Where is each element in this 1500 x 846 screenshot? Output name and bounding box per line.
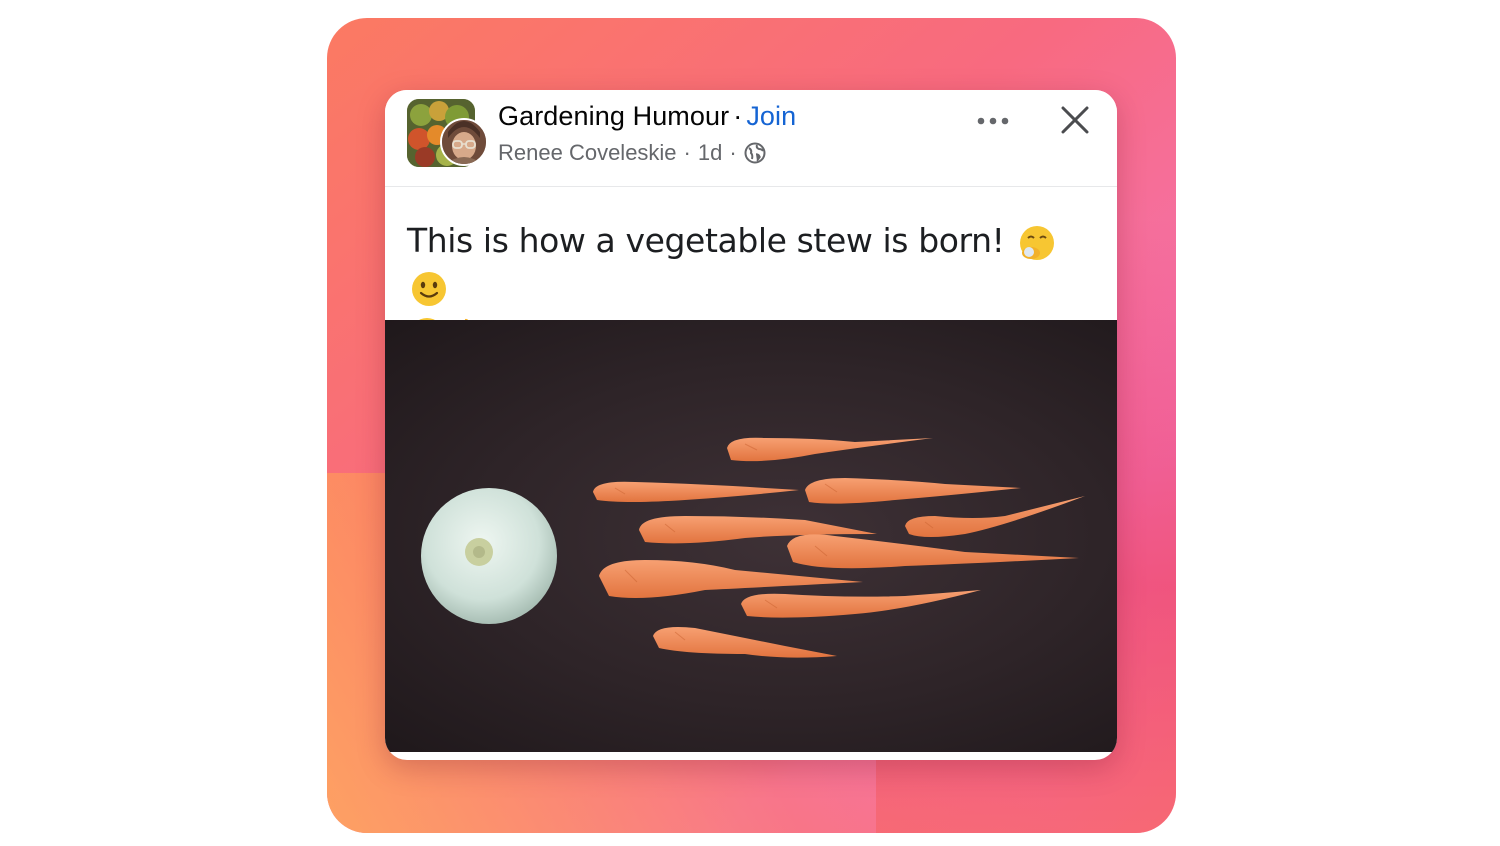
- post-title-line: Gardening Humour · Join: [498, 101, 796, 132]
- more-options-button[interactable]: [973, 106, 1013, 136]
- onion-shape: [421, 488, 557, 624]
- globe-icon: [744, 142, 766, 164]
- meta-separator: ·: [683, 140, 691, 165]
- close-button[interactable]: [1057, 102, 1093, 138]
- caption-text: This is how a vegetable stew is born!: [407, 221, 1005, 260]
- slightly-smiling-emoji: [409, 269, 449, 309]
- onion-and-carrots-photo: [421, 437, 1085, 658]
- post-photo[interactable]: [385, 320, 1117, 752]
- close-icon: [1061, 106, 1089, 134]
- header-divider: [385, 186, 1117, 187]
- meta-separator-2: ·: [729, 140, 737, 165]
- post-header: Gardening Humour · Join Renee Coveleskie ·…: [385, 90, 1117, 186]
- author-avatar[interactable]: [440, 118, 488, 166]
- join-button[interactable]: Join: [746, 101, 796, 131]
- hand-over-mouth-emoji: [1017, 223, 1057, 263]
- title-separator: ·: [733, 101, 743, 131]
- author-name-link[interactable]: Renee Coveleskie: [498, 140, 677, 166]
- more-dots-icon: [977, 117, 1009, 125]
- carrot-shapes: [593, 437, 1085, 658]
- post-card: Gardening Humour · Join Renee Coveleskie ·…: [385, 90, 1117, 760]
- post-meta-line: Renee Coveleskie · 1d ·: [498, 140, 766, 166]
- group-name-link[interactable]: Gardening Humour: [498, 101, 729, 131]
- post-timestamp[interactable]: 1d: [698, 140, 722, 166]
